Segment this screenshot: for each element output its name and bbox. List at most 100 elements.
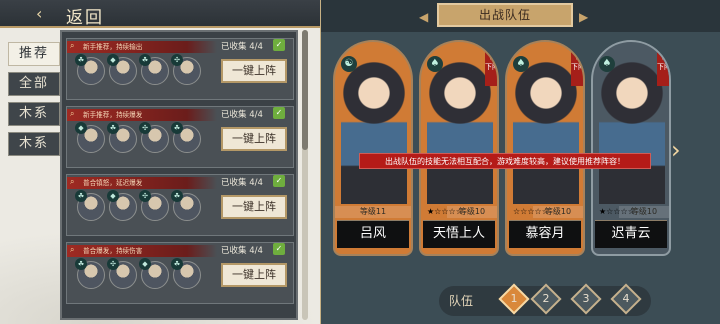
- water-element-icon: ◆: [107, 190, 119, 202]
- hero-portraits: ☘ ◆ ☘ ✣: [75, 54, 201, 91]
- wood-element-icon: ☘: [139, 54, 151, 66]
- recommendation-item: 普合镇怒，延迟爆发 ⌕ 已收集 4/4 ✓ ☘ ◆ ✣ ☘ 一键上阵: [66, 174, 294, 236]
- hero-card[interactable]: ☯ 等级11 吕风: [333, 40, 413, 256]
- one-click-deploy-button[interactable]: 一键上阵: [221, 195, 287, 219]
- hero-name: 吕风: [337, 220, 409, 248]
- hero-portrait[interactable]: ✣: [139, 190, 169, 221]
- star-rating: ☆☆☆☆☆: [513, 207, 549, 216]
- hero-portrait[interactable]: ☘: [171, 122, 201, 153]
- next-page-icon[interactable]: ›: [671, 136, 681, 164]
- recommendation-list: 新手推荐，持续输出 ⌕ 已收集 4/4 ✓ ☘ ◆ ☘ ✣ 一键上阵 新手推荐，…: [60, 30, 298, 320]
- hero-portrait[interactable]: ☘: [171, 190, 201, 221]
- recommendation-item: 新手推荐，持续输出 ⌕ 已收集 4/4 ✓ ☘ ◆ ☘ ✣ 一键上阵: [66, 38, 294, 100]
- scrollbar-thumb[interactable]: [302, 30, 308, 150]
- check-icon: ✓: [273, 39, 285, 51]
- element-icon: ♠: [427, 56, 443, 72]
- hero-portrait[interactable]: ✣: [139, 122, 169, 153]
- tab-recommended[interactable]: 推荐: [8, 42, 60, 66]
- tab-wood-2[interactable]: 木系: [8, 132, 60, 156]
- team-label: 队伍: [449, 294, 474, 308]
- team-panel: ◀ 出战队伍 ▶ ☯ 等级11 吕风 ♠ ✕ 下阵 ★☆☆☆☆ 等级10 天悟上人…: [320, 0, 720, 324]
- wind-element-icon: ✣: [171, 54, 183, 66]
- one-click-deploy-button[interactable]: 一键上阵: [221, 59, 287, 83]
- lineup-tabs: 推荐 全部 木系 木系: [8, 42, 60, 162]
- recommendation-title: 普合爆发，持续伤害: [67, 245, 217, 257]
- check-icon: ✓: [273, 175, 285, 187]
- wind-element-icon: ✣: [139, 190, 151, 202]
- one-click-deploy-button[interactable]: 一键上阵: [221, 263, 287, 287]
- collection-status: 已收集 4/4: [221, 178, 263, 188]
- team-header: ◀ 出战队伍 ▶: [321, 0, 720, 32]
- list-scrollbar[interactable]: [302, 30, 308, 320]
- hero-card[interactable]: ♠ ✕ 下阵 ★☆☆☆☆ 等级10 迟青云: [591, 40, 671, 256]
- hero-portrait[interactable]: ☘: [75, 258, 105, 289]
- recommendation-title: 新手推荐，持续爆发: [67, 109, 217, 121]
- hero-art: [599, 54, 665, 204]
- back-bar: ‹ 返回: [0, 0, 320, 28]
- star-rating: ★☆☆☆☆: [427, 207, 463, 216]
- collection-status: 已收集 4/4: [221, 110, 263, 120]
- water-element-icon: ◆: [75, 122, 87, 134]
- tab-all[interactable]: 全部: [8, 72, 60, 96]
- warning-tooltip: 出战队伍的技能无法相互配合，游戏难度较高，建议使用推荐阵容！: [359, 153, 651, 169]
- wind-element-icon: ✣: [107, 258, 119, 270]
- hero-name: 慕容月: [509, 220, 581, 248]
- tab-wood-1[interactable]: 木系: [8, 102, 60, 126]
- wood-element-icon: ☘: [75, 258, 87, 270]
- wood-element-icon: ☘: [107, 122, 119, 134]
- team-cards: ☯ 等级11 吕风 ♠ ✕ 下阵 ★☆☆☆☆ 等级10 天悟上人 ♠ ✕ 下阵 ☆☆…: [333, 40, 681, 256]
- star-rating: ★☆☆☆☆: [599, 207, 635, 216]
- hero-portrait[interactable]: ◆: [107, 54, 137, 85]
- collection-status: 已收集 4/4: [221, 42, 263, 52]
- recommendation-item: 普合爆发，持续伤害 ⌕ 已收集 4/4 ✓ ☘ ✣ ◆ ☘ 一键上阵: [66, 242, 294, 304]
- collection-status: 已收集 4/4: [221, 246, 263, 256]
- wood-element-icon: ☘: [171, 122, 183, 134]
- hero-portrait[interactable]: ☘: [107, 122, 137, 153]
- search-icon: ⌕: [70, 41, 75, 50]
- hero-art: [427, 54, 493, 204]
- water-element-icon: ◆: [139, 258, 151, 270]
- back-label[interactable]: 返回: [66, 3, 104, 28]
- hero-portrait[interactable]: ◆: [107, 190, 137, 221]
- hero-portraits: ☘ ✣ ◆ ☘: [75, 258, 201, 295]
- recommendation-title: 普合镇怒，延迟爆发: [67, 177, 217, 189]
- back-icon[interactable]: ‹: [36, 4, 60, 24]
- wood-element-icon: ☘: [171, 190, 183, 202]
- remove-from-team-button[interactable]: ✕ 下阵: [485, 52, 497, 86]
- hero-art: [341, 54, 407, 204]
- element-icon: ☯: [341, 56, 357, 72]
- search-icon: ⌕: [70, 245, 75, 254]
- hero-card[interactable]: ♠ ✕ 下阵 ☆☆☆☆☆ 等级10 慕容月: [505, 40, 585, 256]
- wood-element-icon: ☘: [75, 54, 87, 66]
- hero-portrait[interactable]: ✣: [171, 54, 201, 85]
- hero-portrait[interactable]: ◆: [75, 122, 105, 153]
- hero-art: [513, 54, 579, 204]
- hero-portrait[interactable]: ☘: [75, 190, 105, 221]
- right-ornament-icon: ▶: [579, 10, 589, 24]
- wood-element-icon: ☘: [171, 258, 183, 270]
- hero-name: 迟青云: [595, 220, 667, 248]
- hero-name: 天悟上人: [423, 220, 495, 248]
- search-icon: ⌕: [70, 177, 75, 186]
- hero-portrait[interactable]: ◆: [139, 258, 169, 289]
- one-click-deploy-button[interactable]: 一键上阵: [221, 127, 287, 151]
- hero-portraits: ☘ ◆ ✣ ☘: [75, 190, 201, 227]
- recommendation-title: 新手推荐，持续输出: [67, 41, 217, 53]
- hero-portrait[interactable]: ☘: [171, 258, 201, 289]
- water-element-icon: ◆: [107, 54, 119, 66]
- recommendation-item: 新手推荐，持续爆发 ⌕ 已收集 4/4 ✓ ◆ ☘ ✣ ☘ 一键上阵: [66, 106, 294, 168]
- check-icon: ✓: [273, 243, 285, 255]
- hero-card[interactable]: ♠ ✕ 下阵 ★☆☆☆☆ 等级10 天悟上人: [419, 40, 499, 256]
- wind-element-icon: ✣: [139, 122, 151, 134]
- hero-portrait[interactable]: ☘: [75, 54, 105, 85]
- remove-from-team-button[interactable]: ✕ 下阵: [571, 52, 583, 86]
- search-icon: ⌕: [70, 109, 75, 118]
- hero-portrait[interactable]: ✣: [107, 258, 137, 289]
- hero-portrait[interactable]: ☘: [139, 54, 169, 85]
- left-ornament-icon: ◀: [419, 10, 429, 24]
- wood-element-icon: ☘: [75, 190, 87, 202]
- hero-portraits: ◆ ☘ ✣ ☘: [75, 122, 201, 159]
- hero-level: 等级11: [335, 206, 411, 218]
- remove-from-team-button[interactable]: ✕ 下阵: [657, 52, 669, 86]
- element-icon: ♠: [599, 56, 615, 72]
